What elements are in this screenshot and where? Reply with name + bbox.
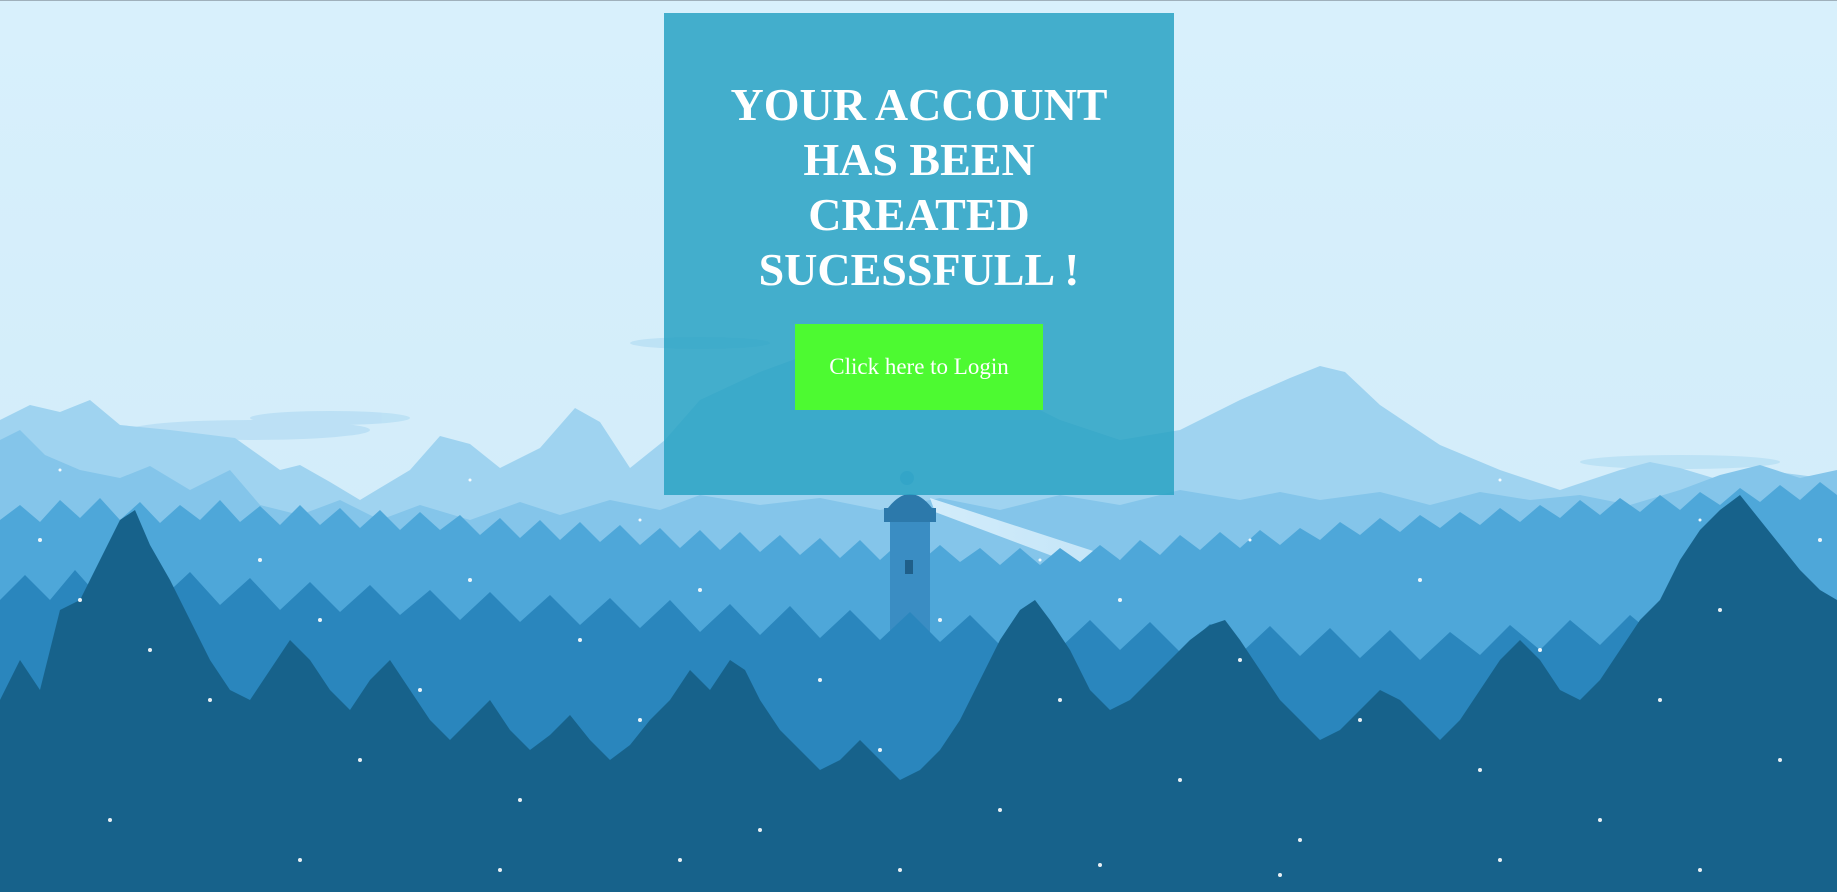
login-button[interactable]: Click here to Login [795, 324, 1043, 410]
success-card: YOUR ACCOUNT HAS BEEN CREATED SUCESSFULL… [664, 13, 1174, 495]
success-message: YOUR ACCOUNT HAS BEEN CREATED SUCESSFULL… [730, 79, 1108, 295]
top-border [0, 0, 1837, 1]
